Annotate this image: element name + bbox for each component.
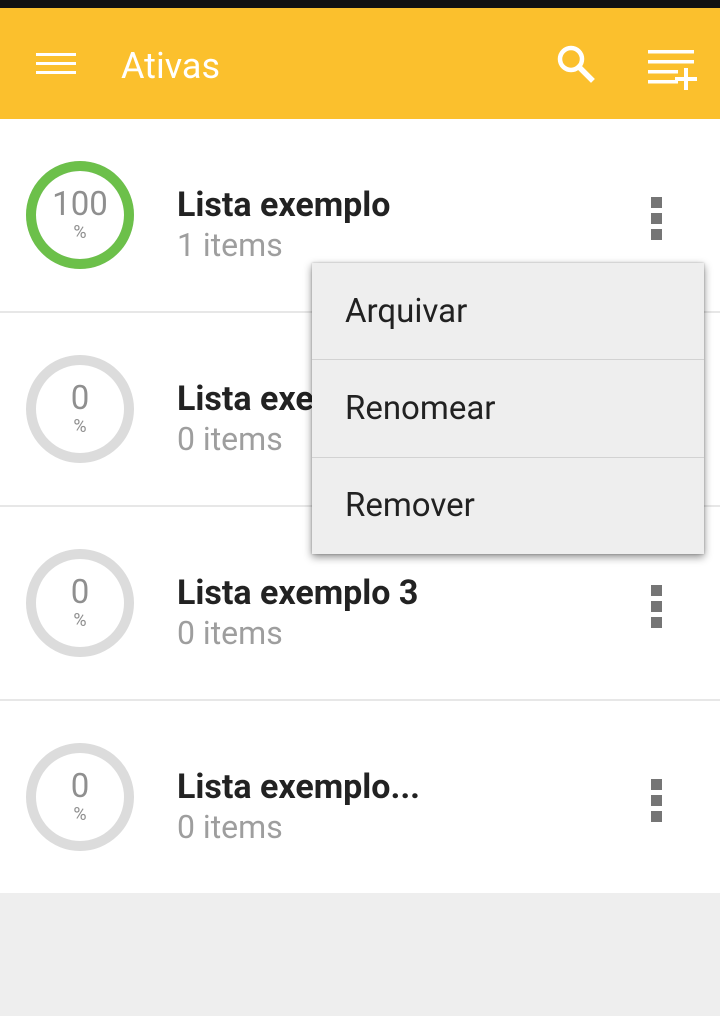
navigation-menu-button[interactable] [30,38,82,90]
menu-icon [36,53,76,74]
progress-ring: 100 % [24,159,136,271]
progress-unit: % [73,222,87,243]
app-bar: Ativas [0,8,720,119]
list-title: Lista exemplo... [177,767,421,807]
list-title: Lista exemplo 3 [177,573,419,613]
menu-item-arquivar[interactable]: Arquivar [312,263,704,360]
progress-value: 100 [52,185,108,224]
progress-value: 0 [70,379,90,418]
search-icon [557,45,595,83]
menu-item-renomear[interactable]: Renomear [312,360,704,457]
overflow-menu-button[interactable] [630,577,684,637]
page-title: Ativas [121,45,221,87]
progress-unit: % [73,804,87,825]
progress-unit: % [73,416,87,437]
list-title: Lista exe [177,379,314,419]
list-item-count: 1 items [177,226,283,264]
list-item-count: 0 items [177,614,283,652]
progress-value: 0 [70,573,90,612]
status-bar [0,0,720,8]
playlist-add-icon [648,50,697,90]
list-item-count: 0 items [177,808,283,846]
list-item-count: 0 items [177,420,283,458]
menu-item-remover[interactable]: Remover [312,457,704,554]
list-item[interactable]: 0 % Lista exemplo... 0 items [0,701,720,895]
add-list-button[interactable] [640,38,704,98]
progress-ring: 0 % [24,741,136,853]
search-button[interactable] [550,38,602,90]
progress-unit: % [73,610,87,631]
overflow-menu-button[interactable] [630,771,684,831]
progress-ring: 0 % [24,547,136,659]
popup-menu: Arquivar Renomear Remover [312,263,704,554]
overflow-menu-button[interactable] [630,189,684,249]
progress-value: 0 [70,767,90,806]
list-title: Lista exemplo [177,185,391,225]
progress-ring: 0 % [24,353,136,465]
